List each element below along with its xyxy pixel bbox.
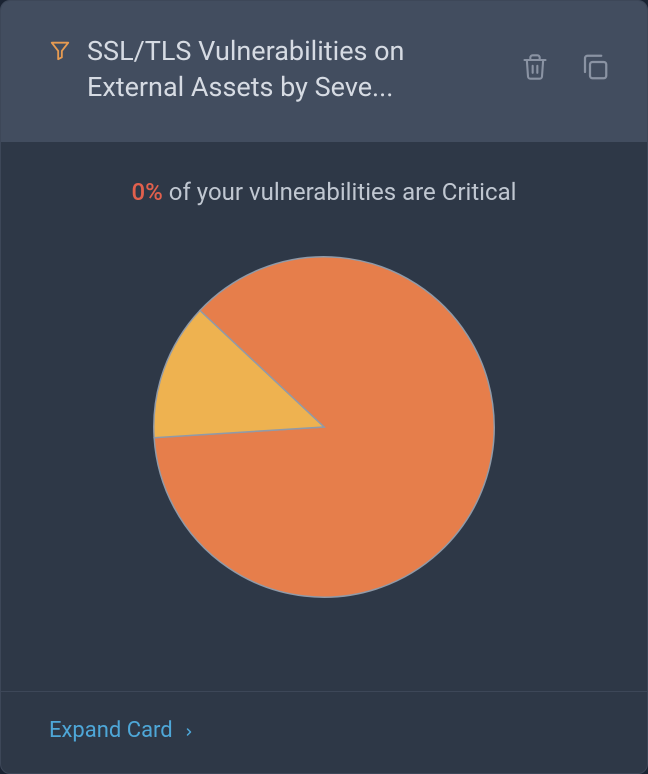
pie-chart (139, 242, 509, 612)
expand-card-link[interactable]: Expand Card (49, 718, 195, 743)
card-title: SSL/TLS Vulnerabilities on External Asse… (87, 33, 499, 106)
expand-card-label: Expand Card (49, 718, 173, 743)
trash-icon[interactable] (519, 51, 551, 83)
vulnerabilities-card: SSL/TLS Vulnerabilities on External Asse… (0, 0, 648, 774)
chevron-right-icon (183, 722, 195, 740)
card-title-wrap: SSL/TLS Vulnerabilities on External Asse… (49, 33, 499, 106)
critical-percent: 0% (132, 178, 163, 206)
card-body: 0% of your vulnerabilities are Critical (1, 142, 647, 691)
filter-icon (49, 39, 71, 61)
card-header: SSL/TLS Vulnerabilities on External Asse… (1, 1, 647, 142)
card-footer: Expand Card (1, 691, 647, 773)
summary-rest: of your vulnerabilities are Critical (163, 178, 517, 206)
summary-text: 0% of your vulnerabilities are Critical (132, 178, 517, 206)
header-actions (519, 51, 611, 83)
copy-icon[interactable] (579, 51, 611, 83)
